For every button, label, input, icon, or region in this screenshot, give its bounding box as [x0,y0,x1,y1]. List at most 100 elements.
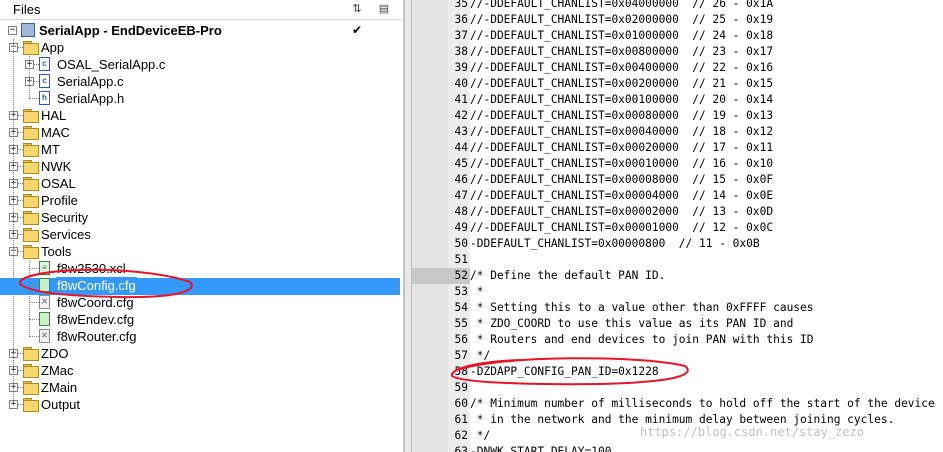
code-line[interactable]: 47//-DDEFAULT_CHANLIST=0x00004000 // 14 … [412,188,943,204]
line-number: 39 [454,61,468,74]
line-text: //-DDEFAULT_CHANLIST=0x00008000 // 15 - … [470,173,774,186]
tree-guide [13,39,14,405]
collapse-all-icon[interactable]: ⇅ [349,1,365,17]
folder-icon [23,211,39,225]
code-line[interactable]: 51 [412,252,943,268]
code-line[interactable]: 42//-DDEFAULT_CHANLIST=0x00080000 // 19 … [412,108,943,124]
folder-icon [23,194,39,208]
code-line[interactable]: 52/* Define the default PAN ID. [412,268,943,284]
tree-item-mac[interactable]: + MAC [0,124,400,141]
code-editor[interactable]: 35//-DDEFAULT_CHANLIST=0x04000000 // 26 … [412,0,943,452]
tree-item-f8wcoord-cfg[interactable]: ✕ f8wCoord.cfg [0,294,400,311]
files-header: Files ⇅ ▤ [0,0,403,20]
tree-item-mt[interactable]: + MT [0,141,400,158]
cfg-file-icon [39,278,50,292]
line-number: 51 [454,253,468,266]
code-line[interactable]: 39//-DDEFAULT_CHANLIST=0x00400000 // 22 … [412,60,943,76]
expander-icon[interactable]: − [8,26,17,35]
code-line[interactable]: 57 */ [412,348,943,364]
line-number: 53 [454,285,468,298]
line-text: //-DDEFAULT_CHANLIST=0x00400000 // 22 - … [470,61,774,74]
line-text: //-DDEFAULT_CHANLIST=0x01000000 // 24 - … [470,29,774,42]
folder-icon [23,160,39,174]
folder-icon [23,143,39,157]
line-text: -DZDAPP_CONFIG_PAN_ID=0x1228 [470,365,659,378]
code-line[interactable]: 56 * Routers and end devices to join PAN… [412,332,943,348]
line-number: 54 [454,301,468,314]
line-number: 62 [454,429,468,442]
line-number: 44 [454,141,468,154]
tree-item-hal[interactable]: + HAL [0,107,400,124]
line-number: 47 [454,189,468,202]
code-line[interactable]: 43//-DDEFAULT_CHANLIST=0x00040000 // 18 … [412,124,943,140]
line-number: 59 [454,381,468,394]
code-line[interactable]: 58 -DZDAPP_CONFIG_PAN_ID=0x1228 [412,364,943,380]
tree-connector [29,285,39,286]
code-line[interactable]: 44//-DDEFAULT_CHANLIST=0x00020000 // 17 … [412,140,943,156]
line-text: * [470,285,484,298]
tree-item-f8w2530-xcl[interactable]: ≡ f8w2530.xcl [0,260,400,277]
tree-item-zmac[interactable]: + ZMac [0,362,400,379]
tree-item-f8wendev-cfg[interactable]: f8wEndev.cfg [0,311,400,328]
code-line[interactable]: 45//-DDEFAULT_CHANLIST=0x00010000 // 16 … [412,156,943,172]
folder-icon [23,228,39,242]
tree-item-label: HAL [41,108,67,123]
tree-item-label: ZMac [41,363,74,378]
tree-item-services[interactable]: + Services [0,226,400,243]
tree-item-osal-serialapp-c[interactable]: + c OSAL_SerialApp.c [0,56,400,73]
code-line[interactable]: 41//-DDEFAULT_CHANLIST=0x00100000 // 20 … [412,92,943,108]
tree-item-f8wrouter-cfg[interactable]: ✕ f8wRouter.cfg [0,328,400,345]
code-line[interactable]: 49//-DDEFAULT_CHANLIST=0x00001000 // 12 … [412,220,943,236]
tree-item-label: f8wEndev.cfg [57,312,135,327]
code-line[interactable]: 48//-DDEFAULT_CHANLIST=0x00002000 // 13 … [412,204,943,220]
code-line[interactable]: 55 * ZDO_COORD to use this value as its … [412,316,943,332]
panel-splitter[interactable] [404,0,412,452]
tree-item-osal[interactable]: + OSAL [0,175,400,192]
tree-item-zdo[interactable]: + ZDO [0,345,400,362]
tree-item-label: f8w2530.xcl [57,261,126,276]
code-line[interactable]: 60/* Minimum number of milliseconds to h… [412,396,943,412]
code-line[interactable]: 40//-DDEFAULT_CHANLIST=0x00200000 // 21 … [412,76,943,92]
line-text: -DDEFAULT_CHANLIST=0x00000800 // 11 - 0x… [470,237,760,250]
tree-item-output[interactable]: + Output [0,396,400,413]
tree-item-label: MT [41,142,60,157]
code-line[interactable]: 37//-DDEFAULT_CHANLIST=0x01000000 // 24 … [412,28,943,44]
code-line[interactable]: 36//-DDEFAULT_CHANLIST=0x02000000 // 25 … [412,12,943,28]
line-number: 56 [454,333,468,346]
code-line[interactable]: 35//-DDEFAULT_CHANLIST=0x04000000 // 26 … [412,0,943,12]
code-line[interactable]: 53 * [412,284,943,300]
line-number: 35 [454,0,468,10]
line-text: //-DDEFAULT_CHANLIST=0x00001000 // 12 - … [470,221,774,234]
line-text: //-DDEFAULT_CHANLIST=0x00100000 // 20 - … [470,93,774,106]
tree-item-security[interactable]: + Security [0,209,400,226]
tree-item-label: Output [41,397,81,412]
tree-connector [29,319,39,320]
line-number: 45 [454,157,468,170]
line-text: //-DDEFAULT_CHANLIST=0x00020000 // 17 - … [470,141,774,154]
tree-item-serialapp-c[interactable]: + c SerialApp.c [0,73,400,90]
options-icon[interactable]: ▤ [376,1,392,17]
code-line[interactable]: 46//-DDEFAULT_CHANLIST=0x00008000 // 15 … [412,172,943,188]
active-config-check-icon: ✔ [352,23,363,37]
tree-item-app[interactable]: − App [0,39,400,56]
code-line[interactable]: 59 [412,380,943,396]
tree-item-label: Profile [41,193,78,208]
tree-connector [29,98,39,99]
code-line[interactable]: 50 -DDEFAULT_CHANLIST=0x00000800 // 11 - … [412,236,943,252]
line-text: * Routers and end devices to join PAN wi… [470,333,814,346]
code-line[interactable]: 38//-DDEFAULT_CHANLIST=0x00800000 // 23 … [412,44,943,60]
line-number: 61 [454,413,468,426]
tree-item-f8wconfig-cfg[interactable]: f8wConfig.cfg [0,277,400,294]
tree-item-tools[interactable]: − Tools [0,243,400,260]
code-line[interactable]: 54 * Setting this to a value other than … [412,300,943,316]
tree-item-serialapp-h[interactable]: h SerialApp.h [0,90,400,107]
line-text: * ZDO_COORD to use this value as its PAN… [470,317,794,330]
tree-item-label: Tools [41,244,72,259]
tree-item-project[interactable]: − SerialApp - EndDeviceEB-Pro ✔ [0,22,400,39]
tree-item-profile[interactable]: + Profile [0,192,400,209]
line-number: 49 [454,221,468,234]
tree-item-label: ZDO [41,346,69,361]
tree-item-nwk[interactable]: + NWK [0,158,400,175]
code-line[interactable]: 63 -DNWK_START_DELAY=100 [412,444,943,452]
tree-item-zmain[interactable]: + ZMain [0,379,400,396]
